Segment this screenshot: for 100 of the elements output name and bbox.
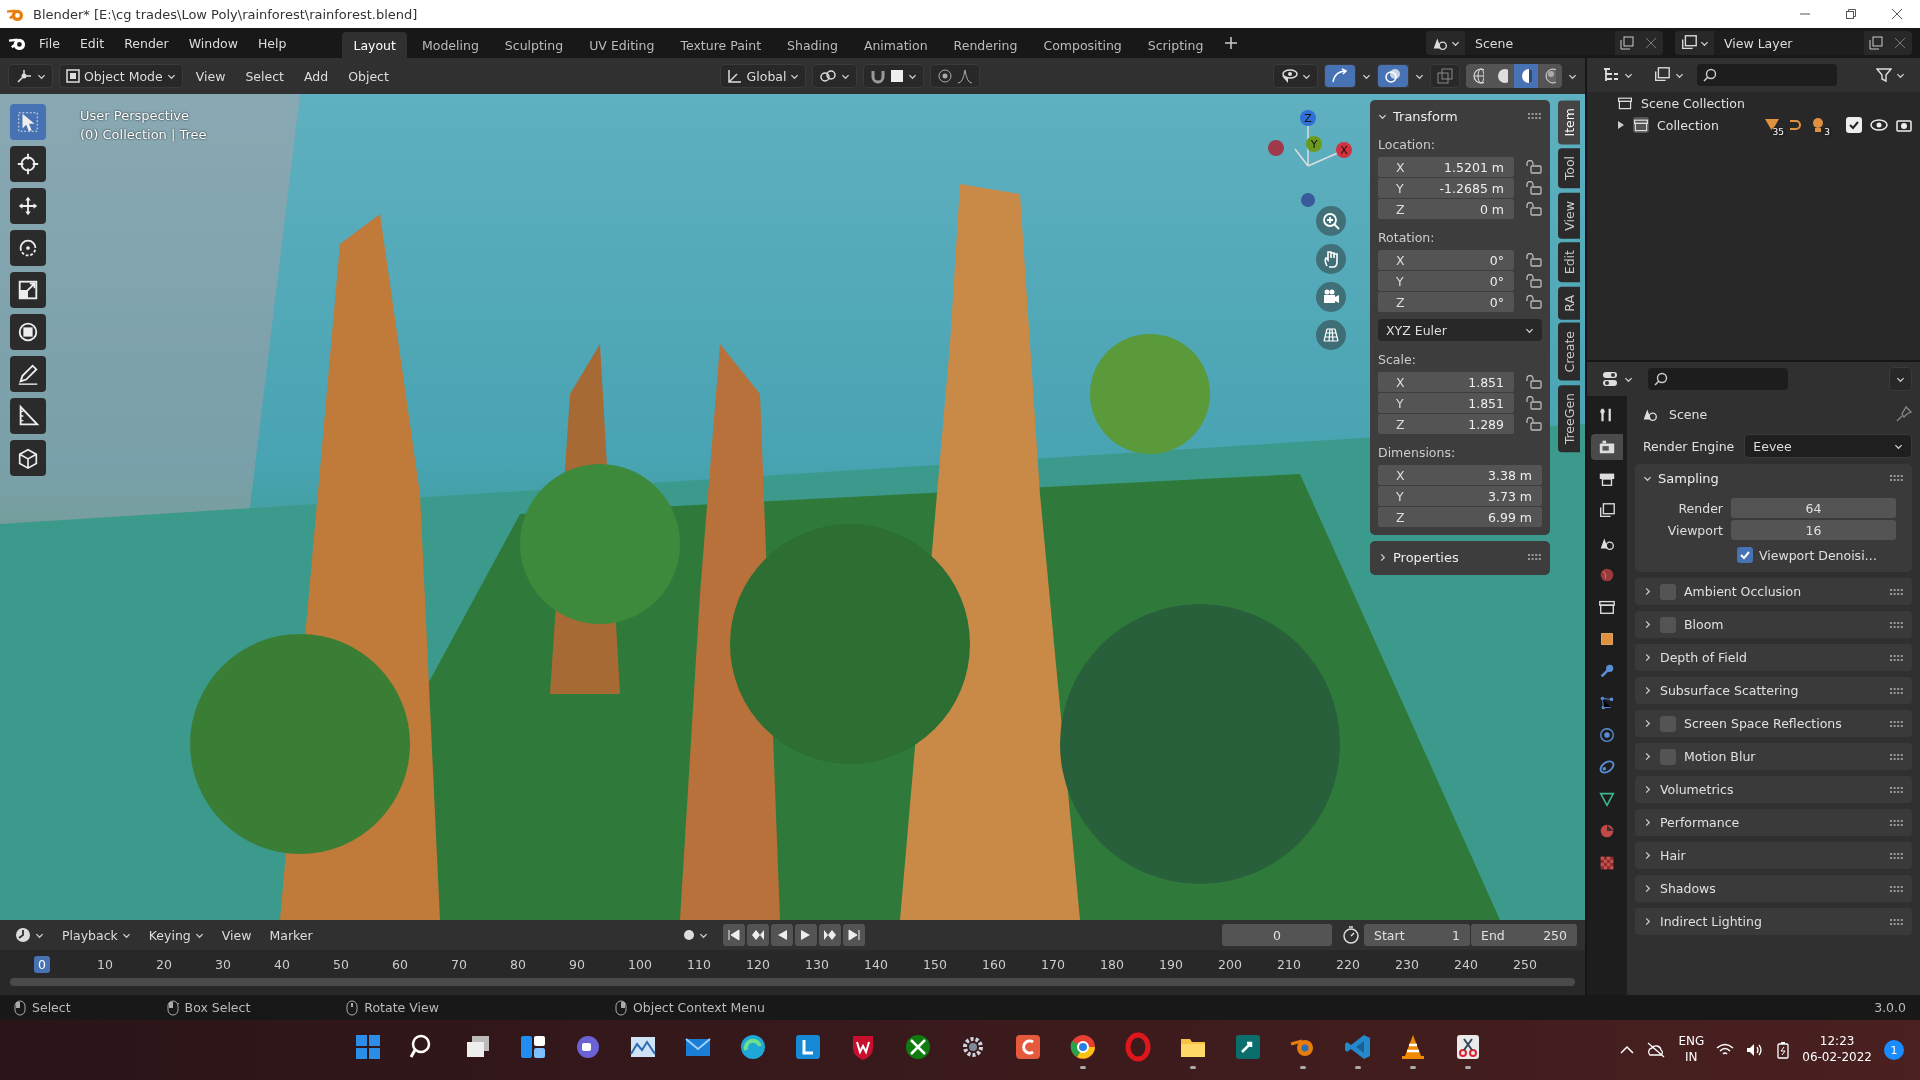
workspace-tab[interactable]: Layout — [342, 31, 407, 59]
menu-item[interactable]: Marker — [262, 923, 320, 947]
collapsed-panel[interactable]: Shadows — [1635, 875, 1912, 902]
group-label: Dimensions: — [1378, 445, 1457, 460]
frame-number: 110 — [686, 955, 712, 973]
outliner-row[interactable]: Collection 35 3 — [1587, 114, 1920, 136]
collapsed-panel[interactable]: Volumetrics — [1635, 776, 1912, 803]
collapsed-panel[interactable]: Screen Space Reflections — [1635, 710, 1912, 737]
clock[interactable]: 12:23 06-02-2022 — [1802, 1034, 1872, 1066]
outliner-label: Scene Collection — [1641, 95, 1745, 111]
panel-header[interactable]: Transform — [1378, 106, 1542, 126]
collapsed-panel[interactable]: Depth of Field — [1635, 644, 1912, 671]
panel-title: Sampling — [1658, 470, 1720, 486]
sidebar-tab[interactable]: Edit — [1558, 242, 1580, 283]
sidebar-tab[interactable]: Tool — [1558, 148, 1580, 189]
current-frame-field[interactable]: 0 — [1222, 924, 1332, 946]
frame-number: 20 — [155, 955, 173, 973]
number-field[interactable]: Y 0° — [1378, 271, 1514, 291]
rotation-mode-dropdown[interactable]: XYZ Euler — [1378, 319, 1542, 341]
collapsed-panel[interactable]: Hair — [1635, 842, 1912, 869]
number-field[interactable]: Z 6.99 m — [1378, 507, 1542, 527]
group-label: Location: — [1378, 137, 1437, 152]
number-field[interactable]: Y -1.2685 m — [1378, 178, 1514, 198]
collapsed-panel[interactable]: Bloom — [1635, 611, 1912, 638]
orientation-dropdown[interactable]: Global — [719, 64, 807, 88]
collapsed-panel[interactable]: Ambient Occlusion — [1635, 578, 1912, 605]
number-field[interactable]: Y 1.851 — [1378, 393, 1514, 413]
frame-number: 120 — [745, 955, 771, 973]
number-field[interactable]: X 0° — [1378, 250, 1514, 270]
frame-number: 180 — [1099, 955, 1125, 973]
menu-item[interactable]: Edit — [71, 31, 113, 55]
collapsed-panel[interactable]: Indirect Lighting — [1635, 908, 1912, 935]
menu-item[interactable]: View — [214, 923, 259, 947]
axis-label: Z — [1304, 112, 1312, 125]
view-name-text: User Perspective — [80, 108, 191, 123]
frame-number: 150 — [922, 955, 948, 973]
view-layer-name-field[interactable]: View Layer — [1714, 31, 1864, 55]
menu-item[interactable]: Window — [180, 31, 246, 55]
outliner-label: Collection — [1657, 117, 1720, 133]
workspace-tab[interactable]: Texture Paint — [669, 31, 773, 59]
scene-name-field[interactable]: Scene — [1465, 31, 1615, 55]
frame-number: 70 — [450, 955, 468, 973]
panel-title: Subsurface Scattering — [1660, 683, 1800, 698]
workspace-tab[interactable]: Shading — [776, 31, 849, 59]
number-field[interactable]: 64 — [1731, 498, 1896, 518]
workspace-tab[interactable]: UV Editing — [578, 31, 666, 59]
number-field[interactable]: X 1.851 — [1378, 372, 1514, 392]
start-frame-field[interactable]: Start 1 — [1364, 924, 1470, 946]
workspace-tab[interactable]: Animation — [852, 31, 939, 59]
language-indicator[interactable]: ENG IN — [1678, 1034, 1705, 1066]
frame-number: 100 — [627, 955, 653, 973]
menu-item[interactable]: View — [188, 64, 233, 88]
menu-item[interactable]: Playback — [55, 923, 138, 947]
field-label: Render Engine — [1643, 438, 1735, 454]
number-field[interactable]: Z 0° — [1378, 292, 1514, 312]
view-layer-selector[interactable]: View Layer — [1675, 31, 1912, 55]
menu-item[interactable]: Select — [238, 64, 291, 88]
workspace-tab[interactable]: Compositing — [1032, 31, 1133, 59]
number-field[interactable]: X 1.5201 m — [1378, 157, 1514, 177]
mode-dropdown[interactable]: Object Mode — [59, 64, 183, 88]
number-field[interactable]: Y 3.73 m — [1378, 486, 1542, 506]
menu-item[interactable]: File — [31, 31, 68, 55]
status-hint: Rotate View — [364, 1000, 439, 1015]
end-frame-field[interactable]: End 250 — [1471, 924, 1577, 946]
frame-number: 60 — [391, 955, 409, 973]
number-field[interactable]: X 3.38 m — [1378, 465, 1542, 485]
menu-item[interactable]: Render — [116, 31, 177, 55]
outliner-row[interactable]: Scene Collection — [1587, 92, 1920, 114]
sidebar-tab[interactable]: Item — [1558, 100, 1580, 145]
number-field[interactable]: Z 1.289 — [1378, 414, 1514, 434]
count-badge: 3 — [1822, 127, 1832, 137]
frame-number: 40 — [273, 955, 291, 973]
collection-info-text: (0) Collection | Tree — [80, 127, 207, 142]
collapsed-panel[interactable]: Subsurface Scattering — [1635, 677, 1912, 704]
panel-header[interactable]: Properties — [1378, 547, 1542, 567]
sidebar-tab[interactable]: Create — [1558, 323, 1580, 381]
workspace-tab[interactable]: Scripting — [1136, 31, 1215, 59]
window-title: Blender* [E:\cg trades\Low Poly\rainforest\rainforest.blend] — [33, 6, 419, 22]
collapsed-panel[interactable]: Performance — [1635, 809, 1912, 836]
checkbox-label: Viewport Denoisi… — [1759, 547, 1878, 563]
menu-item[interactable]: Help — [249, 31, 295, 55]
workspace-tab[interactable]: Modeling — [410, 31, 490, 59]
frame-number: 190 — [1158, 955, 1184, 973]
menu-item[interactable]: Keying — [141, 923, 211, 947]
number-field[interactable]: Z 0 m — [1378, 199, 1514, 219]
frame-number: 50 — [332, 955, 350, 973]
sidebar-tab[interactable]: RA — [1558, 286, 1580, 320]
workspace-tab[interactable]: Sculpting — [493, 31, 575, 59]
number-field[interactable]: 16 — [1731, 520, 1896, 540]
sidebar-tab[interactable]: TreeGen — [1558, 384, 1580, 453]
sidebar-tab[interactable]: View — [1558, 192, 1580, 239]
frame-number: 0 — [34, 955, 50, 973]
workspace-tab[interactable]: Rendering — [942, 31, 1029, 59]
panel-title: Transform — [1393, 108, 1459, 124]
collapsed-panel[interactable]: Motion Blur — [1635, 743, 1912, 770]
panel-header[interactable]: Sampling — [1643, 468, 1904, 488]
menu-item[interactable]: Object — [341, 64, 396, 88]
render-engine-dropdown[interactable]: Eevee — [1744, 434, 1912, 458]
scene-selector[interactable]: Scene — [1426, 31, 1663, 55]
menu-item[interactable]: Add — [297, 64, 336, 88]
